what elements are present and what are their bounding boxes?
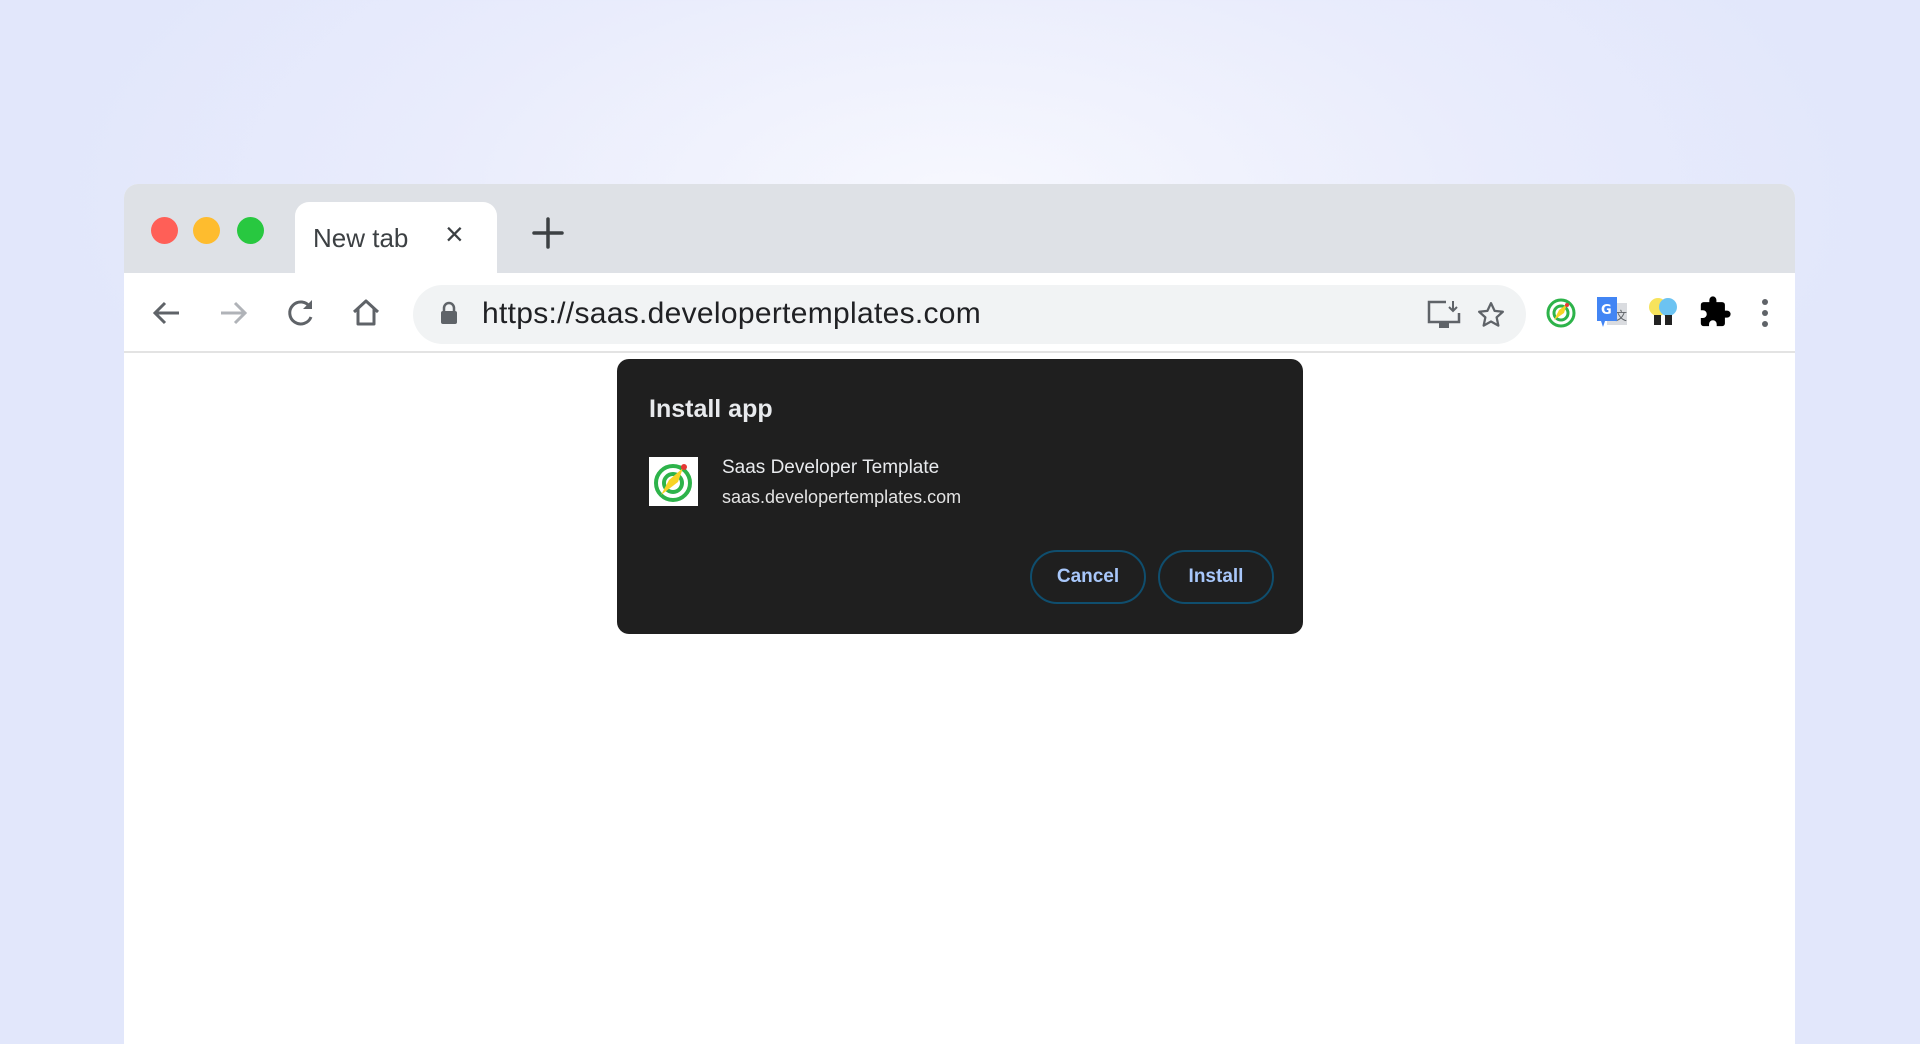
minimize-window-button[interactable] xyxy=(193,217,220,244)
app-domain: saas.developertemplates.com xyxy=(722,487,962,507)
tab-title: New tab xyxy=(313,223,409,253)
maximize-window-button[interactable] xyxy=(237,217,264,244)
close-window-button[interactable] xyxy=(151,217,178,244)
rocket-extension-icon[interactable] xyxy=(1545,297,1577,329)
install-app-icon[interactable] xyxy=(1426,299,1462,331)
tab-bar: New tab × xyxy=(124,184,1795,273)
url-text[interactable]: https://saas.developertemplates.com xyxy=(482,297,981,331)
cancel-button[interactable]: Cancel xyxy=(1030,550,1146,604)
install-app-dialog: Install app Saas Developer Template saas… xyxy=(617,359,1303,634)
reload-icon[interactable] xyxy=(282,295,318,331)
dialog-title: Install app xyxy=(649,395,773,423)
google-translate-icon[interactable]: 文G xyxy=(1595,295,1629,331)
bookmark-star-icon[interactable] xyxy=(1476,300,1506,330)
svg-text:G: G xyxy=(1601,303,1612,318)
more-menu-icon[interactable] xyxy=(1757,297,1773,329)
address-bar[interactable]: https://saas.developertemplates.com xyxy=(413,285,1526,344)
toolbar: https://saas.developertemplates.com 文G xyxy=(124,273,1795,353)
back-arrow-icon[interactable] xyxy=(149,295,185,331)
install-button[interactable]: Install xyxy=(1158,550,1274,604)
new-tab-plus-icon[interactable] xyxy=(529,214,567,252)
browser-window: New tab × https://saas.developertemplate… xyxy=(124,184,1795,1044)
extensions-puzzle-icon[interactable] xyxy=(1698,295,1732,329)
app-icon xyxy=(649,457,698,506)
lock-icon[interactable] xyxy=(439,301,459,325)
forward-arrow-icon[interactable] xyxy=(215,295,251,331)
lightbulb-extension-icon[interactable] xyxy=(1647,295,1679,329)
tab-close-icon[interactable]: × xyxy=(445,218,464,250)
app-name: Saas Developer Template xyxy=(722,457,940,478)
home-icon[interactable] xyxy=(348,295,384,331)
tab-new-tab[interactable]: New tab × xyxy=(295,202,497,273)
